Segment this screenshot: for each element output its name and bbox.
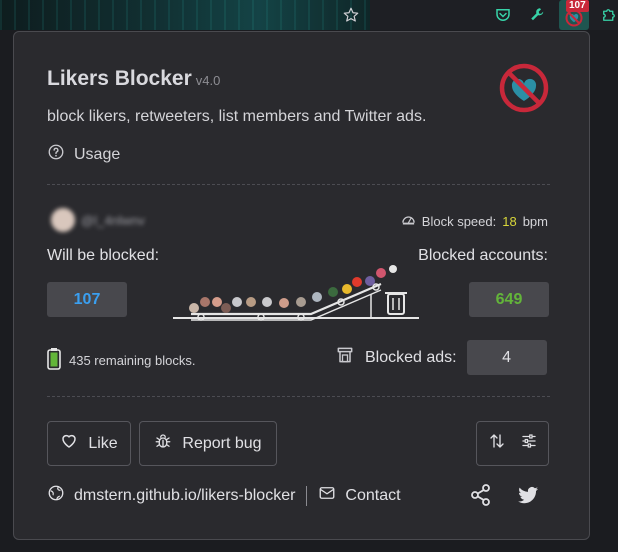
user-handle: @l_4nlwnv [81,212,145,228]
heart-icon [60,432,78,455]
blocked-ads-count: 4 [466,340,547,375]
settings-button[interactable] [476,421,549,466]
gauge-icon [401,212,416,230]
blocked-accounts-label: Blocked accounts: [418,247,548,264]
like-button[interactable]: Like [47,421,131,466]
puzzle-icon[interactable] [598,4,618,26]
usage-label: Usage [74,145,121,163]
mail-icon [318,484,336,507]
likers-blocker-logo [499,63,549,113]
divider [47,396,550,397]
block-speed-label: Block speed: [421,213,497,229]
remaining-blocks-text: 435 remaining blocks. [69,353,196,368]
remaining-blocks: 435 remaining blocks. [47,348,195,373]
will-be-blocked-count: 107 [47,282,127,317]
sort-icon [488,432,506,455]
wrench-icon[interactable] [527,4,549,26]
block-speed: Block speed: 18 bpm [401,212,548,230]
contact-link[interactable]: Contact [345,487,400,505]
battery-icon [47,348,61,373]
star-icon[interactable] [340,4,362,26]
twitter-icon[interactable] [516,483,540,507]
app-title: Likers Blocker v4.0 [47,67,220,91]
question-icon [47,143,65,166]
report-bug-button[interactable]: Report bug [139,421,277,466]
like-label: Like [88,434,118,452]
avatar [51,208,75,232]
sliders-icon [520,432,538,455]
extension-popup: Likers Blocker v4.0 block likers, retweet… [13,31,590,540]
toolbar-background [0,0,370,30]
app-version: v4.0 [195,73,221,88]
share-icon[interactable] [469,483,493,507]
extension-badge: 107 [566,0,589,12]
separator [306,485,308,506]
blocked-ads: Blocked ads: 4 [335,340,547,375]
blocked-accounts-count: 649 [469,282,549,317]
report-bug-label: Report bug [182,434,262,452]
block-speed-value: 18 [502,213,517,229]
blocked-ads-label: Blocked ads: [365,348,457,366]
footer-links: dmstern.github.io/likers-blocker Contact [47,484,401,507]
current-user: @l_4nlwnv [51,208,145,232]
divider [47,184,550,185]
website-link[interactable]: dmstern.github.io/likers-blocker [74,487,295,505]
bug-icon [154,432,172,455]
browser-toolbar: 107 [0,0,618,30]
usage-link[interactable]: Usage [47,143,120,166]
app-description: block likers, retweeters, list members a… [47,108,427,125]
will-be-blocked-label: Will be blocked: [47,247,160,264]
ad-icon [335,345,355,370]
blocking-conveyor-illustration [173,265,419,321]
block-speed-unit: bpm [522,213,548,229]
pocket-icon[interactable] [492,4,514,26]
app-name: Likers Blocker [47,67,192,90]
globe-icon [47,484,65,507]
